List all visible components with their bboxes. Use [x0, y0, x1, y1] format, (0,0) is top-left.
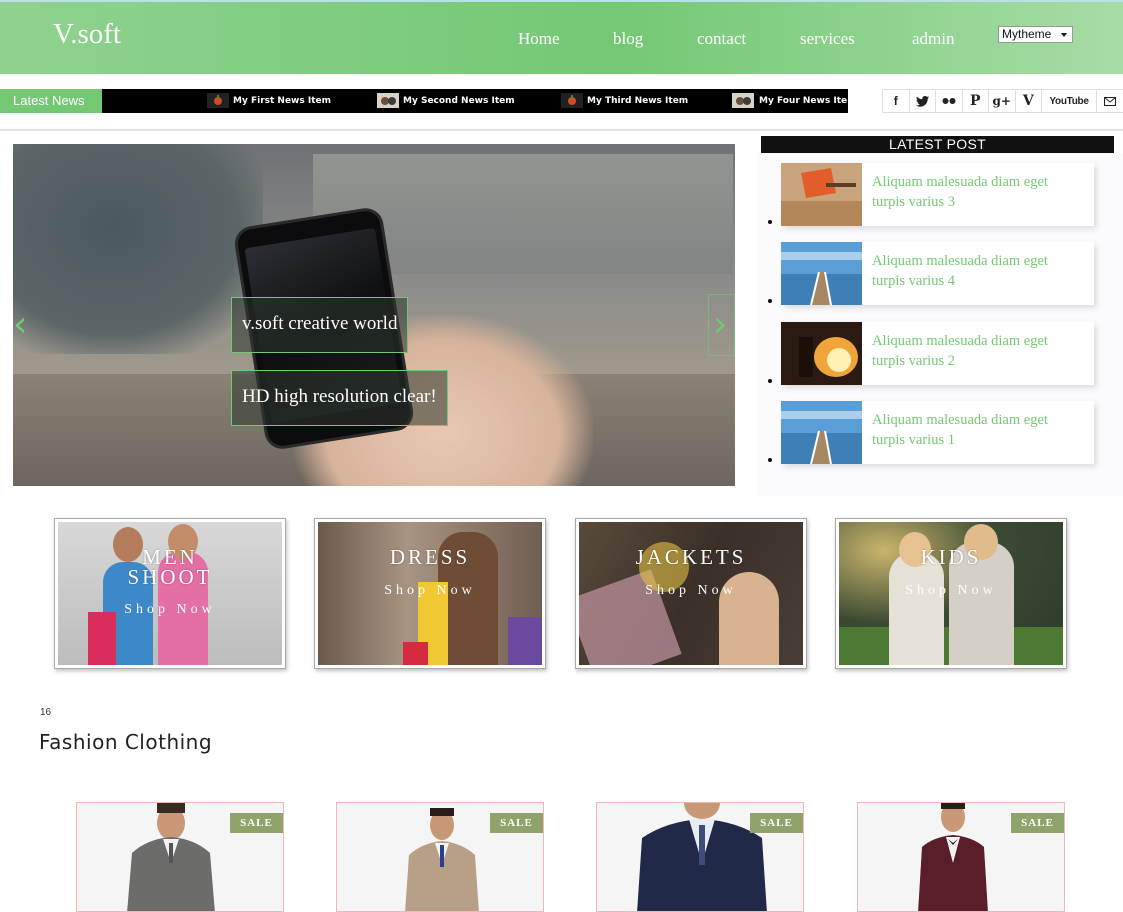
news-thumb-icon [732, 93, 754, 108]
category-name: MEN [142, 545, 198, 569]
list-bullet [768, 458, 772, 462]
post-thumbnail [781, 322, 862, 385]
post-title[interactable]: Aliquam malesuada diam eget turpis variu… [872, 251, 1082, 291]
slider-prev-arrow-icon[interactable]: ‹ [13, 304, 27, 345]
twitter-icon[interactable] [909, 89, 936, 113]
chevron-down-icon [1061, 33, 1067, 37]
product-card[interactable]: SALE [76, 802, 284, 912]
post-thumbnail [781, 242, 862, 305]
sale-badge: SALE [490, 813, 543, 833]
facebook-icon[interactable]: f [883, 89, 910, 113]
news-item[interactable]: My Four News Ite [759, 93, 847, 109]
section-title: Fashion Clothing [39, 730, 213, 754]
section-count: 16 [40, 707, 52, 718]
latest-post-item[interactable]: Aliquam malesuada diam eget turpis variu… [781, 401, 1094, 464]
post-title[interactable]: Aliquam malesuada diam eget turpis variu… [872, 331, 1082, 371]
news-thumb-icon [377, 93, 399, 108]
category-card-jackets[interactable]: JACKETS Shop Now [575, 518, 807, 669]
product-image [127, 803, 215, 911]
shop-now-link[interactable]: Shop Now [836, 583, 1066, 599]
list-bullet [768, 220, 772, 224]
youtube-label: YouTube [1049, 95, 1089, 107]
site-header: V.soft Home blog contact services admin … [0, 0, 1123, 74]
post-thumbnail [781, 163, 862, 226]
nav-home[interactable]: Home [518, 29, 560, 49]
sale-badge: SALE [230, 813, 283, 833]
post-title[interactable]: Aliquam malesuada diam eget turpis variu… [872, 172, 1082, 212]
sale-badge: SALE [1011, 813, 1064, 833]
google-plus-icon[interactable]: g+ [989, 89, 1016, 113]
product-card[interactable]: SALE [596, 802, 804, 912]
post-thumbnail [781, 401, 862, 464]
post-title[interactable]: Aliquam malesuada diam eget turpis variu… [872, 410, 1082, 450]
flickr-icon[interactable] [936, 89, 963, 113]
latest-news-label: Latest News [0, 89, 102, 113]
nav-blog[interactable]: blog [613, 29, 643, 49]
slider-next-arrow-icon[interactable]: › [713, 304, 727, 345]
category-name: DRESS [389, 545, 471, 569]
slide-caption-1: v.soft creative world [231, 297, 409, 353]
site-logo[interactable]: V.soft [53, 18, 121, 51]
category-image [58, 522, 282, 665]
mail-icon[interactable] [1097, 89, 1123, 113]
latest-post-item[interactable]: Aliquam malesuada diam eget turpis variu… [781, 163, 1094, 226]
news-ticker: My First News Item My Second News Item M… [102, 89, 848, 113]
theme-select[interactable]: Mytheme [998, 26, 1073, 43]
list-bullet [768, 299, 772, 303]
news-thumb-icon [561, 93, 583, 108]
nav-admin[interactable]: admin [912, 29, 955, 49]
product-card[interactable]: SALE [857, 802, 1065, 912]
latest-post-heading: LATEST POST [761, 136, 1114, 153]
category-name: JACKETS [635, 545, 747, 569]
vimeo-icon[interactable]: V [1015, 89, 1042, 113]
category-card-men[interactable]: MEN SHOOT Shop Now [54, 518, 286, 669]
category-name-line2: SHOOT [127, 565, 213, 589]
news-thumb-icon [207, 93, 229, 108]
hero-slider[interactable]: v.soft creative world HD high resolution… [13, 144, 735, 486]
shop-now-link[interactable]: Shop Now [315, 583, 545, 599]
slide-image [13, 144, 263, 354]
product-card[interactable]: SALE [336, 802, 544, 912]
shop-now-link[interactable]: Shop Now [55, 602, 285, 618]
shop-now-link[interactable]: Shop Now [576, 583, 806, 599]
sale-badge: SALE [750, 813, 803, 833]
youtube-icon[interactable]: YouTube [1042, 89, 1097, 113]
nav-contact[interactable]: contact [697, 29, 746, 49]
social-links: f P g+ V YouTube [882, 89, 1123, 113]
category-card-dress[interactable]: DRESS Shop Now [314, 518, 546, 669]
product-image [405, 808, 479, 911]
header-divider [0, 129, 1123, 131]
pinterest-icon[interactable]: P [962, 89, 989, 113]
category-card-kids[interactable]: KIDS Shop Now [835, 518, 1067, 669]
theme-select-value: Mytheme [1002, 27, 1052, 41]
news-item[interactable]: My Third News Item [587, 93, 688, 109]
list-bullet [768, 379, 772, 383]
product-image [918, 803, 988, 911]
latest-post-item[interactable]: Aliquam malesuada diam eget turpis variu… [781, 242, 1094, 305]
slide-caption-2: HD high resolution clear! [231, 370, 448, 426]
news-item[interactable]: My First News Item [233, 93, 331, 109]
latest-post-item[interactable]: Aliquam malesuada diam eget turpis variu… [781, 322, 1094, 385]
news-item[interactable]: My Second News Item [403, 93, 515, 109]
nav-services[interactable]: services [800, 29, 855, 49]
news-bar: Latest News My First News Item My Second… [0, 89, 1123, 113]
category-name: KIDS [920, 545, 982, 569]
